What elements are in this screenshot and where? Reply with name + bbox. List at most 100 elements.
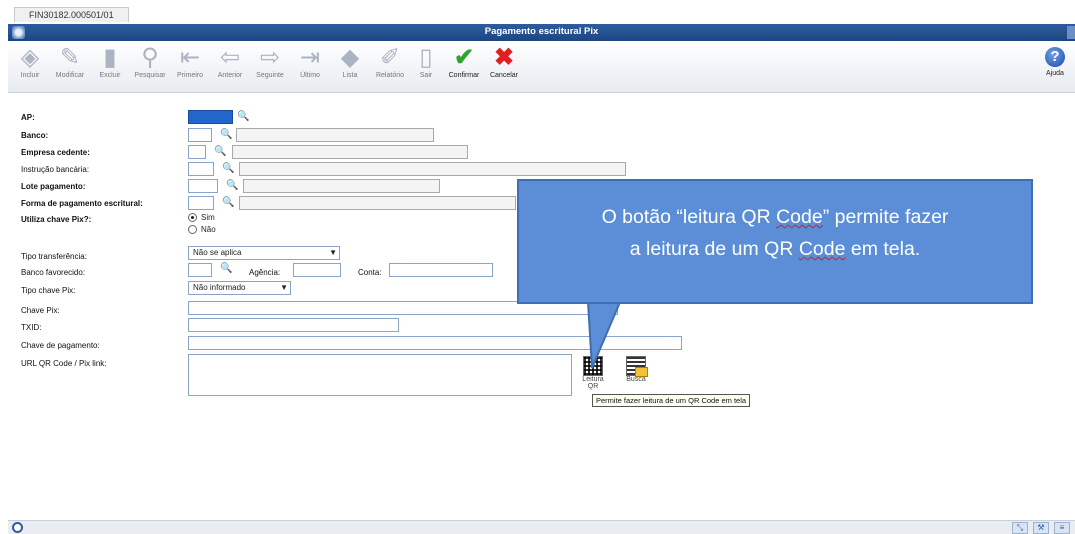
lista-button[interactable]: ◆ Lista bbox=[330, 43, 370, 89]
cancelar-button[interactable]: ✖ Cancelar bbox=[484, 43, 524, 89]
relatorio-label: Relatório bbox=[375, 72, 404, 79]
chevron-down-icon: ▼ bbox=[329, 248, 337, 257]
tipo-transferencia-value: Não se aplica bbox=[193, 248, 242, 257]
ajuda-label: Ajuda bbox=[1046, 70, 1064, 77]
utiliza-chave-pix-label: Utiliza chave Pix?: bbox=[21, 215, 92, 224]
form-area: AP: 🔍 Banco: 🔍 Empresa cedente: 🔍 Instru… bbox=[8, 93, 1075, 520]
pesquisar-button[interactable]: ⚲ Pesquisar bbox=[130, 44, 170, 89]
forma-description bbox=[239, 196, 516, 210]
next-icon: ⇨ bbox=[259, 43, 281, 71]
incluir-button[interactable]: ◈ Incluir bbox=[10, 43, 50, 89]
anterior-button[interactable]: ⇦ Anterior bbox=[210, 43, 250, 89]
empresa-lookup-icon[interactable]: 🔍 bbox=[214, 146, 226, 157]
ap-input[interactable] bbox=[188, 110, 233, 124]
callout-line-2: a leitura de um QR Code em tela. bbox=[519, 233, 1031, 265]
conta-label: Conta: bbox=[358, 268, 382, 277]
seguinte-button[interactable]: ⇨ Seguinte bbox=[250, 43, 290, 89]
banco-favorecido-label: Banco favorecido: bbox=[21, 268, 86, 277]
resize-button[interactable]: ⤡ bbox=[1012, 522, 1028, 534]
callout-text: Code bbox=[798, 238, 846, 260]
exit-icon: ▯ bbox=[419, 43, 433, 71]
tools-button[interactable]: ⚒ bbox=[1033, 522, 1049, 534]
radio-nao-label: Não bbox=[201, 225, 216, 234]
forma-lookup-icon[interactable]: 🔍 bbox=[222, 197, 234, 208]
leitura-qr-label: Leitura QR bbox=[582, 376, 604, 390]
radio-nao[interactable]: Não bbox=[188, 225, 216, 235]
chave-pix-label: Chave Pix: bbox=[21, 306, 60, 315]
modificar-button[interactable]: ✎ Modificar bbox=[50, 43, 90, 89]
instrucao-input[interactable] bbox=[188, 162, 214, 176]
excluir-label: Excluir bbox=[99, 72, 121, 79]
status-circle-icon bbox=[12, 522, 23, 533]
ajuda-button[interactable]: ? Ajuda bbox=[1035, 45, 1075, 89]
cancel-icon: ✖ bbox=[493, 43, 515, 71]
tooltip: Permite fazer leitura de um QR Code em t… bbox=[592, 394, 751, 407]
ap-lookup-icon[interactable]: 🔍 bbox=[237, 111, 249, 122]
ultimo-label: Último bbox=[300, 72, 320, 79]
help-icon: ? bbox=[1045, 47, 1065, 67]
radio-sim[interactable]: Sim bbox=[188, 213, 215, 223]
tipo-transferencia-select[interactable]: Não se aplica ▼ bbox=[188, 246, 340, 260]
seguinte-label: Seguinte bbox=[256, 72, 284, 79]
banco-label: Banco: bbox=[21, 131, 49, 140]
agencia-input[interactable] bbox=[293, 263, 341, 277]
relatorio-button[interactable]: ✐ Relatório bbox=[370, 44, 410, 89]
radio-sim-label: Sim bbox=[201, 213, 215, 222]
last-icon: ⇥ bbox=[299, 43, 321, 71]
busca-qr-label: Busca bbox=[626, 376, 646, 383]
url-qr-code-textarea[interactable] bbox=[188, 354, 572, 396]
empresa-cedente-label: Empresa cedente: bbox=[21, 148, 90, 157]
chevron-down-icon: ▼ bbox=[280, 283, 288, 292]
status-bar: ⤡ ⚒ ≡ bbox=[8, 520, 1075, 534]
lote-lookup-icon[interactable]: 🔍 bbox=[226, 180, 238, 191]
list-icon: ◆ bbox=[340, 43, 360, 71]
edit-icon: ✎ bbox=[59, 43, 81, 71]
cancelar-label: Cancelar bbox=[489, 72, 518, 79]
primeiro-button[interactable]: ⇤ Primeiro bbox=[170, 44, 210, 89]
callout-annotation: O botão “leitura QR Code” permite fazer … bbox=[517, 179, 1033, 304]
txid-label: TXID: bbox=[21, 323, 42, 332]
program-tab[interactable]: FIN30182.000501/01 bbox=[14, 7, 129, 22]
tipo-chave-pix-select[interactable]: Não informado ▼ bbox=[188, 281, 291, 295]
confirmar-label: Confirmar bbox=[448, 72, 480, 79]
callout-line-1: O botão “leitura QR Code” permite fazer bbox=[519, 201, 1031, 233]
incluir-label: Incluir bbox=[20, 72, 40, 79]
banco-input[interactable] bbox=[188, 128, 212, 142]
ultimo-button[interactable]: ⇥ Último bbox=[290, 43, 330, 89]
lote-input[interactable] bbox=[188, 179, 218, 193]
sair-button[interactable]: ▯ Sair bbox=[406, 43, 446, 89]
empresa-cedente-input[interactable] bbox=[188, 145, 206, 159]
radio-sim-dot[interactable] bbox=[188, 213, 197, 223]
banco-favorecido-input[interactable] bbox=[188, 263, 212, 277]
url-qr-code-label: URL QR Code / Pix link: bbox=[21, 359, 107, 368]
callout-text: em tela. bbox=[845, 238, 921, 260]
instrucao-description bbox=[239, 162, 626, 176]
txid-input[interactable] bbox=[188, 318, 399, 332]
callout-text: O botão “leitura QR bbox=[601, 206, 777, 228]
anterior-label: Anterior bbox=[217, 72, 243, 79]
conta-input[interactable] bbox=[389, 263, 493, 277]
window-title: Pagamento escritural Pix bbox=[484, 26, 599, 37]
banco-lookup-icon[interactable]: 🔍 bbox=[220, 129, 232, 140]
lote-description bbox=[243, 179, 440, 193]
excluir-button[interactable]: ▮ Excluir bbox=[90, 44, 130, 89]
ap-label: AP: bbox=[21, 113, 35, 122]
confirmar-button[interactable]: ✔ Confirmar bbox=[444, 44, 484, 89]
forma-input[interactable] bbox=[188, 196, 214, 210]
window-control-button[interactable] bbox=[1067, 26, 1075, 39]
banco-description bbox=[236, 128, 434, 142]
window-titlebar: Pagamento escritural Pix bbox=[8, 24, 1075, 41]
banco-favorecido-lookup-icon[interactable]: 🔍 bbox=[220, 263, 232, 274]
add-icon: ◈ bbox=[20, 43, 40, 71]
radio-nao-dot[interactable] bbox=[188, 225, 197, 235]
previous-icon: ⇦ bbox=[219, 43, 241, 71]
empresa-description bbox=[232, 145, 468, 159]
settings-button[interactable]: ≡ bbox=[1054, 522, 1070, 534]
toolbar: ◈ Incluir ✎ Modificar ▮ Excluir ⚲ Pesqui… bbox=[8, 41, 1075, 93]
chave-pagamento-label: Chave de pagamento: bbox=[21, 341, 100, 350]
primeiro-label: Primeiro bbox=[176, 72, 204, 79]
callout-text: ” permite fazer bbox=[822, 206, 949, 228]
tab-strip: FIN30182.000501/01 bbox=[0, 0, 1075, 22]
instrucao-lookup-icon[interactable]: 🔍 bbox=[222, 163, 234, 174]
callout-tail bbox=[586, 302, 622, 369]
